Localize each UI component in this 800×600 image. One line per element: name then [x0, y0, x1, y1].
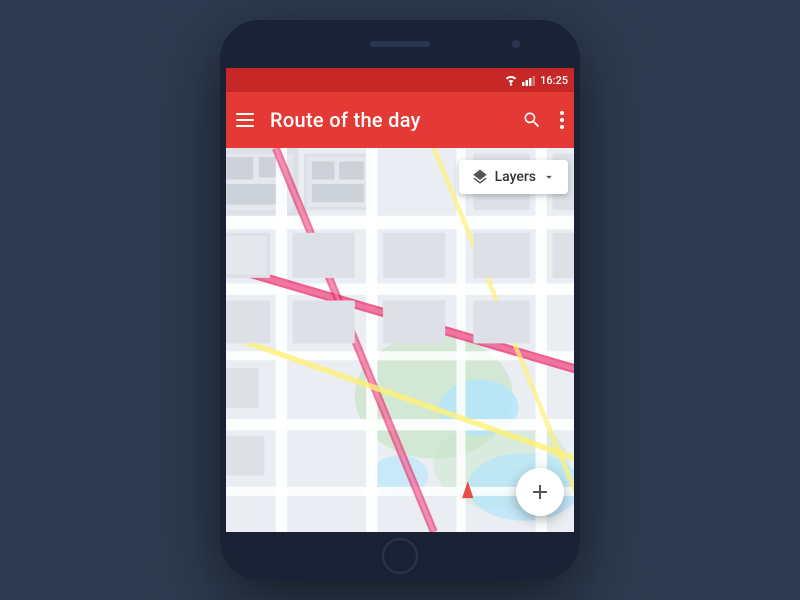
page-title: Route of the day [270, 108, 504, 132]
layers-label: Layers [495, 169, 536, 185]
layers-icon [471, 168, 489, 186]
bottom-bezel [220, 532, 580, 580]
plus-icon [528, 480, 552, 504]
more-options-icon[interactable] [560, 111, 564, 129]
status-icons: 16:25 [504, 74, 568, 87]
speaker [370, 41, 430, 47]
app-bar: Route of the day [220, 92, 580, 148]
status-bar: 16:25 [220, 68, 580, 92]
map-view: Layers [220, 148, 580, 532]
search-icon[interactable] [520, 108, 544, 132]
signal-icon [522, 75, 536, 86]
wifi-icon [504, 75, 518, 86]
phone-device: 16:25 Route of the day [220, 20, 580, 580]
layers-button[interactable]: Layers [459, 160, 568, 194]
hamburger-menu-icon[interactable] [236, 113, 254, 127]
time-display: 16:25 [540, 74, 568, 87]
fab-button[interactable] [516, 468, 564, 516]
front-camera [512, 40, 520, 48]
top-bezel [220, 20, 580, 68]
home-button[interactable] [382, 538, 418, 574]
phone-screen: 16:25 Route of the day [220, 20, 580, 580]
chevron-down-icon [542, 170, 556, 184]
